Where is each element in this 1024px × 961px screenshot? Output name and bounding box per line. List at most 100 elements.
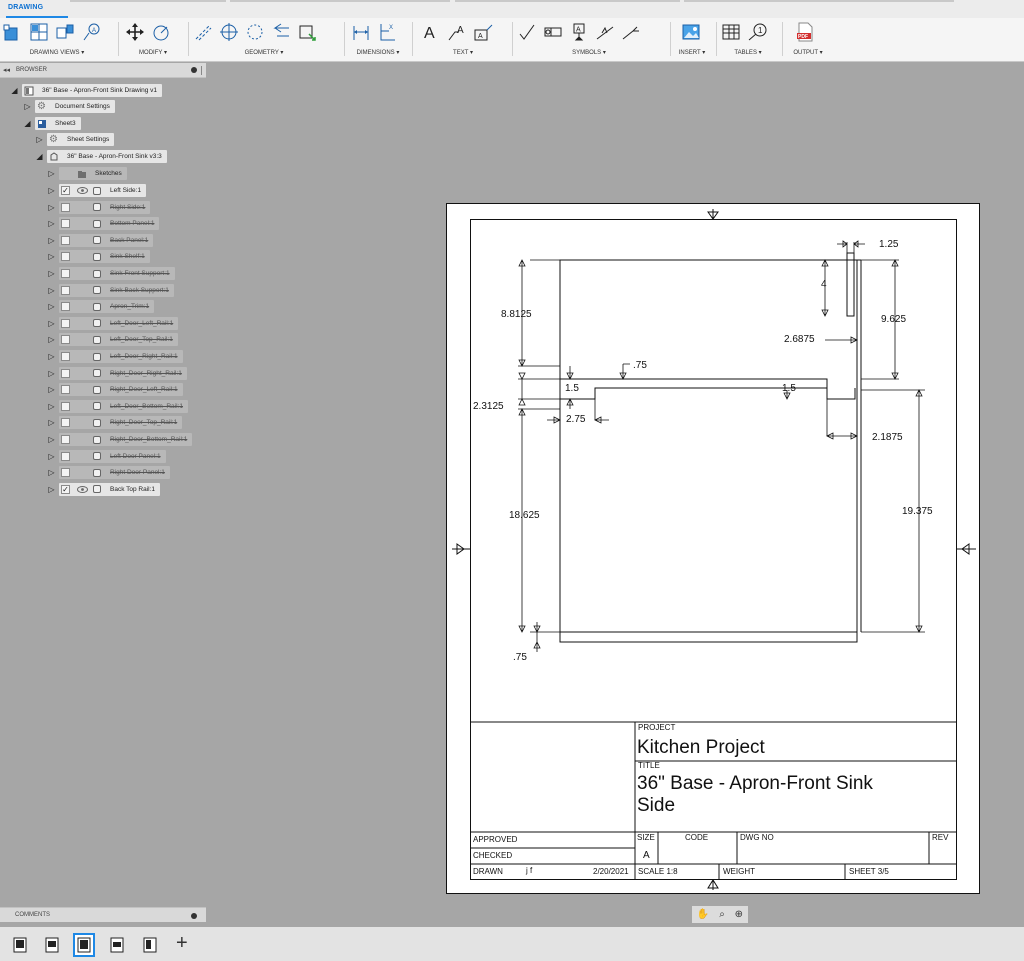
body-checkbox[interactable]: ✓	[61, 186, 70, 195]
add-sheet-button[interactable]: +	[176, 933, 188, 953]
break-view-icon[interactable]	[296, 21, 318, 43]
tree-sheet-settings[interactable]: ▷ ⚙ Sheet Settings	[35, 133, 115, 146]
sheet-tab-5[interactable]	[141, 935, 159, 955]
tree-node[interactable]: Sink Shelf:1	[59, 250, 150, 264]
base-view-icon[interactable]	[2, 21, 24, 43]
balloon-icon[interactable]: 1	[746, 21, 768, 43]
zoom-icon[interactable]: ⌕	[719, 909, 725, 920]
leader-icon[interactable]: A	[446, 21, 468, 43]
eye-icon[interactable]	[76, 187, 88, 194]
expanded-triangle-icon[interactable]: ◢	[10, 86, 19, 95]
collapsed-triangle-icon[interactable]: ▷	[47, 186, 56, 195]
body-checkbox[interactable]	[61, 285, 70, 295]
collapsed-triangle-icon[interactable]: ▷	[47, 352, 56, 361]
browser-options-icon[interactable]	[191, 67, 197, 73]
group-label-insert[interactable]: INSERT ▾	[674, 49, 710, 56]
tree-body-item[interactable]: ▷ ✓ Left Side:1	[47, 184, 147, 197]
tree-body-item[interactable]: ▷ Apron_Trim:1	[47, 300, 155, 314]
eye-hidden-icon[interactable]	[76, 287, 88, 294]
section-view-icon[interactable]	[54, 21, 76, 43]
tree-node[interactable]: Left Door Panel:1	[59, 449, 166, 463]
datum-identifier-icon[interactable]: A	[568, 21, 590, 43]
tree-node[interactable]: ✓ Back Top Rail:1	[59, 482, 161, 496]
eye-hidden-icon[interactable]	[76, 220, 88, 227]
tree-node[interactable]: Sheet3	[35, 117, 81, 130]
eye-hidden-icon[interactable]	[76, 253, 88, 260]
body-checkbox[interactable]	[61, 468, 70, 478]
collapsed-triangle-icon[interactable]: ▷	[47, 485, 56, 494]
group-label-symbols[interactable]: SYMBOLS ▾	[516, 49, 662, 56]
body-checkbox[interactable]	[61, 318, 70, 328]
eye-hidden-icon[interactable]	[76, 204, 88, 211]
group-label-geometry[interactable]: GEOMETRY ▾	[192, 49, 336, 56]
collapsed-triangle-icon[interactable]: ▷	[47, 252, 56, 261]
tree-body-item[interactable]: ▷ Back Panel:1	[47, 233, 154, 247]
collapsed-triangle-icon[interactable]: ▷	[47, 418, 56, 427]
collapsed-triangle-icon[interactable]: ▷	[47, 219, 56, 228]
body-checkbox[interactable]	[61, 302, 70, 312]
collapsed-triangle-icon[interactable]: ▷	[47, 402, 56, 411]
expanded-triangle-icon[interactable]: ◢	[23, 119, 32, 128]
center-mark-icon[interactable]	[218, 21, 240, 43]
tree-body-item[interactable]: ▷ Right_Door_Bottom_Rail:1	[47, 433, 193, 446]
text-icon[interactable]: A	[420, 21, 442, 43]
pdf-output-icon[interactable]: PDF	[794, 21, 816, 43]
eye-hidden-icon[interactable]	[76, 386, 88, 393]
sheet-tab-3[interactable]	[73, 933, 95, 957]
tree-node[interactable]: Sketches	[59, 167, 127, 180]
sheet-tab-4[interactable]	[108, 935, 126, 955]
tree-body-item[interactable]: ▷ Sink Front Support:1	[47, 267, 175, 280]
body-checkbox[interactable]	[61, 252, 70, 262]
group-label-output[interactable]: OUTPUT ▾	[788, 49, 828, 56]
eye-hidden-icon[interactable]	[76, 353, 88, 360]
tree-body-item[interactable]: ▷ Left_Door_Bottom_Rail:1	[47, 399, 188, 413]
tree-sheet[interactable]: ◢ Sheet3	[23, 117, 81, 130]
collapsed-triangle-icon[interactable]: ▷	[47, 369, 56, 378]
tree-node[interactable]: ✓ Left Side:1	[59, 184, 147, 197]
tree-body-item[interactable]: ▷ Right_Door_Top_Rail:1	[47, 416, 183, 430]
tree-node[interactable]: Left_Door_Right_Rail:1	[59, 350, 183, 363]
tree-node[interactable]: Sink Front Support:1	[59, 267, 175, 280]
body-checkbox[interactable]	[61, 335, 70, 345]
expanded-triangle-icon[interactable]: ◢	[35, 152, 44, 161]
tree-node[interactable]: 36" Base - Apron-Front Sink v3:3	[47, 150, 167, 163]
collapse-browser-icon[interactable]: ◂◂	[3, 66, 10, 74]
dimension-icon[interactable]	[350, 21, 372, 43]
feature-control-frame-icon[interactable]	[542, 21, 564, 43]
balloon-text-icon[interactable]: A	[472, 21, 494, 43]
projected-view-icon[interactable]	[28, 21, 50, 43]
eye-hidden-icon[interactable]	[76, 370, 88, 377]
welding-symbol-icon[interactable]	[594, 21, 616, 43]
group-label-drawing-views[interactable]: DRAWING VIEWS ▾	[2, 49, 112, 56]
collapsed-triangle-icon[interactable]: ▷	[47, 269, 56, 278]
collapsed-triangle-icon[interactable]: ▷	[47, 319, 56, 328]
tree-body-item[interactable]: ▷ Left_Door_Right_Rail:1	[47, 350, 183, 363]
body-checkbox[interactable]	[61, 401, 70, 411]
comments-bar[interactable]: COMMENTS	[0, 907, 206, 922]
tree-body-item[interactable]: ▷ Sink Back Support:1	[47, 283, 174, 297]
tree-node[interactable]: Left_Door_Left_Rail:1	[59, 316, 179, 330]
tree-node[interactable]: Apron_Trim:1	[59, 300, 155, 314]
tree-body-item[interactable]: ▷ ✓ Back Top Rail:1	[47, 482, 161, 496]
collapsed-triangle-icon[interactable]: ▷	[47, 435, 56, 444]
rotate-icon[interactable]	[150, 21, 172, 43]
tree-body-item[interactable]: ▷ Right_Door_Left_Rail:1	[47, 383, 183, 397]
tree-node[interactable]: Right_Door_Top_Rail:1	[59, 416, 183, 430]
body-checkbox[interactable]	[61, 368, 70, 378]
collapsed-triangle-icon[interactable]: ▷	[47, 169, 56, 178]
body-checkbox[interactable]	[61, 235, 70, 245]
tree-node[interactable]: Sink Back Support:1	[59, 283, 174, 297]
body-checkbox[interactable]	[61, 352, 70, 361]
edge-symbol-icon[interactable]	[620, 21, 642, 43]
insert-image-icon[interactable]	[680, 21, 702, 43]
body-checkbox[interactable]	[61, 418, 70, 428]
collapsed-triangle-icon[interactable]: ▷	[47, 335, 56, 344]
tree-node[interactable]: ⚙ Document Settings	[35, 100, 115, 113]
collapsed-triangle-icon[interactable]: ▷	[47, 236, 56, 245]
tree-node[interactable]: Right_Door_Left_Rail:1	[59, 383, 183, 397]
tree-node[interactable]: Right_Door_Right_Rail:1	[59, 366, 187, 380]
comments-options-icon[interactable]	[191, 913, 197, 919]
eye-hidden-icon[interactable]	[76, 419, 88, 426]
eye-icon[interactable]	[76, 485, 88, 493]
eye-hidden-icon[interactable]	[76, 320, 88, 327]
